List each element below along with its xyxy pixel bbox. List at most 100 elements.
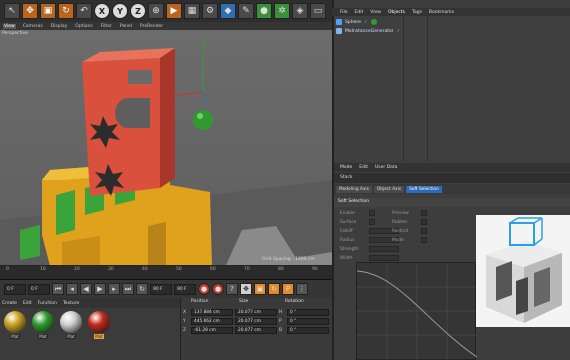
undo-icon[interactable]: ↶ [76, 3, 92, 19]
material-name[interactable]: Mat [10, 334, 20, 339]
x-axis-lock-icon[interactable]: X [94, 3, 110, 19]
material-menu-create[interactable]: Create [2, 301, 17, 306]
size-field[interactable]: 20.077 cm [235, 308, 277, 316]
keyframe-selection-icon[interactable]: ? [226, 283, 238, 295]
y-axis-lock-icon[interactable]: Y [112, 3, 128, 19]
material-ball-icon[interactable] [32, 311, 54, 333]
material-ball-icon[interactable] [88, 311, 110, 333]
attribute-menu-mode[interactable]: Mode [340, 165, 352, 170]
move-tool-icon[interactable]: ✥ [22, 3, 38, 19]
start-frame-field[interactable]: 0 F [4, 283, 26, 295]
green-sphere-object[interactable] [193, 110, 213, 130]
material-name[interactable]: Mat [94, 334, 104, 339]
position-field[interactable]: 445.662 cm [191, 317, 233, 325]
tab-object-axis[interactable]: Object Axis [373, 185, 405, 193]
go-to-end-icon[interactable]: ⏭ [122, 283, 134, 295]
param-field[interactable] [369, 219, 375, 225]
object-menu-bookmarks[interactable]: Bookmarks [429, 10, 454, 15]
rotation-field[interactable]: 0 ° [287, 308, 329, 316]
object-menu-objects[interactable]: Objects [388, 10, 405, 15]
material-swatch[interactable]: Mat [4, 311, 26, 357]
render-view-icon[interactable]: ▶ [166, 3, 182, 19]
scale-key-icon[interactable]: ▣ [254, 283, 266, 295]
position-field[interactable]: 137.884 cm [191, 308, 233, 316]
deformer-icon[interactable]: ◈ [292, 3, 308, 19]
object-name[interactable]: MoInstanceGenerator [345, 29, 394, 34]
current-frame-field[interactable]: 0 F [28, 283, 50, 295]
material-menu-edit[interactable]: Edit [23, 301, 32, 306]
play-reverse-icon[interactable]: ◀ [80, 283, 92, 295]
parameter-key-icon[interactable]: P [282, 283, 294, 295]
viewport-menu-view[interactable]: View [3, 23, 16, 29]
attribute-menu-edit[interactable]: Edit [359, 165, 368, 170]
environment-icon[interactable]: ▭ [310, 3, 326, 19]
render-picture-viewer-icon[interactable]: ▦ [184, 3, 200, 19]
falloff-curve-graph[interactable] [356, 262, 478, 360]
param-checkbox[interactable] [421, 237, 427, 243]
material-swatch[interactable]: Mat [32, 311, 54, 357]
z-axis-lock-icon[interactable]: Z [130, 3, 146, 19]
param-field[interactable] [369, 246, 399, 252]
next-key-icon[interactable]: ▸ [108, 283, 120, 295]
coordinate-system-icon[interactable]: ⊕ [148, 3, 164, 19]
rotation-field[interactable]: 0 ° [287, 326, 329, 334]
scale-tool-icon[interactable]: ▣ [40, 3, 56, 19]
subdivision-icon[interactable]: ● [256, 3, 272, 19]
loop-icon[interactable]: ↻ [136, 283, 148, 295]
material-name[interactable]: Mat [66, 334, 76, 339]
enabled-check-icon[interactable]: ✓ [397, 29, 401, 34]
viewport-menu-options[interactable]: Options [74, 24, 93, 29]
viewport-menu-cameras[interactable]: Cameras [22, 24, 44, 29]
material-menu-function[interactable]: Function [38, 301, 57, 306]
tab-modeling-axis[interactable]: Modeling Axis [336, 185, 372, 193]
viewport-menu-prorender[interactable]: ProRender [139, 24, 164, 29]
object-row[interactable]: Sphere ✓ [336, 18, 377, 26]
material-swatch[interactable]: Mat [88, 311, 110, 357]
attribute-menu-user-data[interactable]: User Data [375, 165, 397, 170]
viewport-menu-filter[interactable]: Filter [100, 24, 113, 29]
render-settings-icon[interactable]: ⚙ [202, 3, 218, 19]
tab-soft-selection[interactable]: Soft Selection [406, 185, 442, 193]
enabled-check-icon[interactable]: ✓ [364, 20, 368, 25]
play-icon[interactable]: ▶ [94, 283, 106, 295]
param-checkbox[interactable] [421, 210, 427, 216]
autokey-icon[interactable]: ● [212, 283, 224, 295]
rotation-field[interactable]: 0 ° [287, 317, 329, 325]
x-axis-handle[interactable] [171, 91, 204, 97]
material-ball-icon[interactable] [60, 311, 82, 333]
param-checkbox[interactable] [421, 228, 427, 234]
3d-viewport[interactable] [0, 30, 332, 266]
previous-key-icon[interactable]: ◂ [66, 283, 78, 295]
end-frame-field[interactable]: 90 F [150, 283, 172, 295]
param-field[interactable] [369, 255, 399, 261]
position-field[interactable]: -61.28 cm [191, 326, 233, 334]
size-field[interactable]: 20.077 cm [235, 317, 277, 325]
rotate-tool-icon[interactable]: ↻ [58, 3, 74, 19]
z-axis-handle[interactable] [202, 91, 209, 106]
object-menu-edit[interactable]: Edit [355, 10, 364, 15]
preview-end-field[interactable]: 90 F [174, 283, 196, 295]
material-menu-texture[interactable]: Texture [63, 301, 79, 306]
viewport-menu-panel[interactable]: Panel [119, 24, 133, 29]
param-checkbox[interactable] [421, 219, 427, 225]
object-row[interactable]: MoInstanceGenerator ✓ [336, 27, 400, 35]
pen-spline-icon[interactable]: ✎ [238, 3, 254, 19]
material-swatch[interactable]: Mat [60, 311, 82, 357]
material-tag-icon[interactable] [370, 19, 377, 25]
cube-primitive-icon[interactable]: ◆ [220, 3, 236, 19]
select-tool-icon[interactable]: ↖ [4, 3, 20, 19]
mograph-cloner-icon[interactable]: ✲ [274, 3, 290, 19]
material-ball-icon[interactable] [4, 311, 26, 333]
record-keys-icon[interactable]: ● [198, 283, 210, 295]
object-name[interactable]: Sphere [345, 20, 361, 25]
object-menu-file[interactable]: File [340, 10, 348, 15]
param-field[interactable] [369, 210, 375, 216]
object-manager-list[interactable]: Sphere ✓ MoInstanceGenerator ✓ [334, 16, 570, 161]
timeline-ruler[interactable]: 0 10 20 30 40 50 60 70 80 90 [0, 266, 332, 280]
point-level-icon[interactable]: ⋮ [296, 283, 308, 295]
object-menu-tags[interactable]: Tags [412, 10, 422, 15]
object-menu-view[interactable]: View [370, 10, 381, 15]
go-to-start-icon[interactable]: ⏮ [52, 283, 64, 295]
viewport-menu-display[interactable]: Display [50, 24, 69, 29]
size-field[interactable]: 20.077 cm [235, 326, 277, 334]
